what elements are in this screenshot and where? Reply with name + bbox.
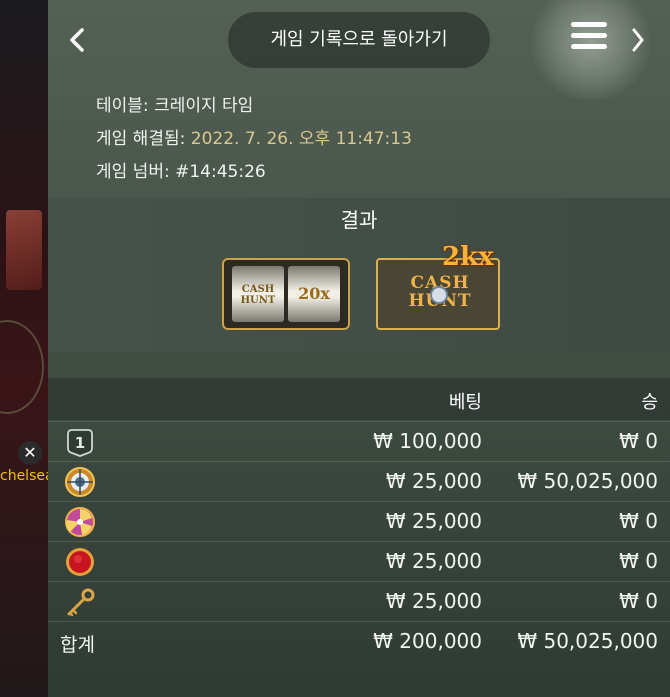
win-amount: ₩ 0 [619,549,658,573]
background-glass [6,210,42,290]
chat-username: chelsea [0,468,48,484]
close-icon[interactable]: ✕ [18,441,42,465]
background-game-view: ✕ chelsea [0,0,48,697]
settled-label: 게임 해결됨: [96,129,191,149]
table-row: ₩ 25,000 ₩ 0 [48,541,670,582]
game-info: 테이블: 크레이지 타임 게임 해결됨: 2022. 7. 26. 오후 11:… [96,92,412,191]
total-bet-amount: ₩ 200,000 [373,629,482,653]
column-header-win: 승 [641,392,658,413]
background-wheel-edge [0,320,44,414]
segment-multiplier-badge: 2kx [442,242,494,272]
total-label: 합계 [60,634,95,656]
win-amount: ₩ 0 [619,509,658,533]
settled-row-info: 게임 해결됨: 2022. 7. 26. 오후 11:47:13 [96,125,412,158]
table-value: 크레이지 타임 [154,96,254,116]
total-row: 합계 ₩ 200,000 ₩ 50,025,000 [48,621,670,662]
bets-table-header: 베팅 승 [48,378,670,420]
game-number-value: #14:45:26 [175,162,266,182]
win-amount: ₩ 0 [619,589,658,613]
results-title: 결과 [340,208,378,232]
chevron-left-icon[interactable] [66,26,90,54]
top-bar: 게임 기록으로 돌아가기 [48,0,670,100]
total-win-amount: ₩ 50,025,000 [517,629,658,653]
table-row: ₩ 25,000 ₩ 0 [48,581,670,622]
chevron-right-icon[interactable] [630,26,646,60]
settled-value: 2022. 7. 26. 오후 11:47:13 [190,129,412,149]
number-1-icon: 1 [64,426,96,458]
table-row: ₩ 25,000 ₩ 50,025,000 [48,461,670,502]
table-label: 테이블: [96,96,155,116]
top-slot-result: CASH HUNT 20x [222,258,350,330]
top-slot-multiplier: 20x [298,284,330,303]
game-number-row-info: 게임 넘버: #14:45:26 [96,158,412,191]
column-header-bet: 베팅 [448,392,482,413]
target-icon [430,286,448,304]
bet-amount: ₩ 100,000 [373,429,482,453]
table-row: 1 ₩ 100,000 ₩ 0 [48,421,670,462]
cash-hunt-target-icon [64,466,96,498]
table-row: ₩ 25,000 ₩ 0 [48,501,670,542]
top-slot-left-reel-label: CASH HUNT [240,284,276,306]
bet-amount: ₩ 25,000 [385,589,482,613]
pachinko-candy-icon [64,506,96,538]
bet-amount: ₩ 25,000 [385,469,482,493]
coin-flip-icon [64,546,96,578]
game-history-panel: 게임 기록으로 돌아가기 테이블: 크레이지 타임 게임 해결됨: 2022. … [48,0,670,697]
top-slot-left-reel: CASH HUNT [232,266,284,322]
game-number-label: 게임 넘버: [96,162,176,182]
table-row-info: 테이블: 크레이지 타임 [96,92,412,125]
hamburger-menu-icon[interactable] [571,22,607,58]
bet-amount: ₩ 25,000 [385,549,482,573]
win-amount: ₩ 50,025,000 [517,469,658,493]
bet-amount: ₩ 25,000 [385,509,482,533]
win-amount: ₩ 0 [619,429,658,453]
top-slot-right-reel: 20x [288,266,340,322]
crazy-time-key-icon [64,586,96,618]
back-to-history-button[interactable]: 게임 기록으로 돌아가기 [228,12,490,68]
svg-text:1: 1 [75,434,85,452]
